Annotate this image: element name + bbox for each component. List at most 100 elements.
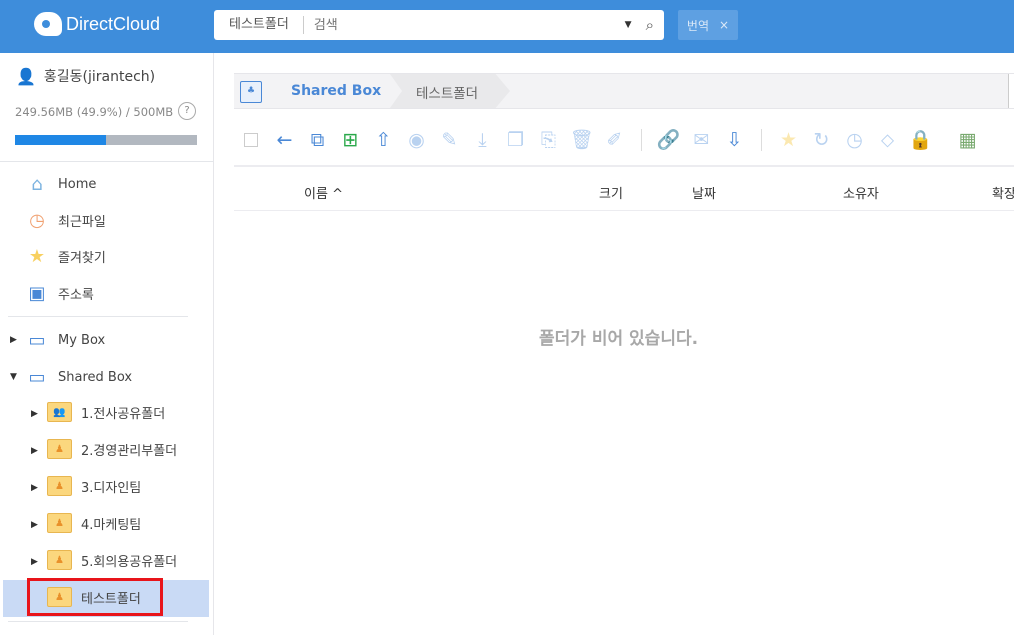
label: 주소록 <box>58 287 94 303</box>
receive-icon[interactable]: ⇩ <box>718 129 751 151</box>
collapse-arrow-icon[interactable]: ▼ <box>10 372 17 382</box>
highlight-box <box>27 578 163 616</box>
home-icon: ⌂ <box>31 173 43 195</box>
label: Shared Box <box>58 369 133 385</box>
divider <box>0 161 214 162</box>
toolbar: ← ⧉ ⊞ ⇧ ◉ ✎ ⤓ ❐ ⎘ 🗑 ✐ 🔗 ✉ ⇩ ★ ↻ ◷ ⬦ 🔒 ▦ <box>244 128 984 151</box>
folder-item[interactable]: ♟ 4.마케팅팀 <box>47 513 141 533</box>
column-date[interactable]: 날짜 <box>692 183 716 202</box>
new-folder-icon[interactable]: ⊞ <box>334 129 367 151</box>
move-icon[interactable]: ⧉ <box>301 129 334 151</box>
divider <box>8 621 188 622</box>
image-view-icon[interactable]: ▦ <box>951 129 984 151</box>
expand-arrow-icon[interactable]: ▶ <box>31 557 38 567</box>
sidebar-item-home[interactable]: ⌂ Home <box>25 172 96 196</box>
divider <box>8 316 188 317</box>
label: 4.마케팅팀 <box>81 517 142 533</box>
sidebar-item-favorites[interactable]: ★ 즐겨찾기 <box>25 244 106 268</box>
shared-box-icon: ♣ <box>240 81 262 103</box>
folder-icon: ♟ <box>47 513 72 533</box>
column-name[interactable]: 이름 ^ <box>304 183 343 202</box>
preview-icon[interactable]: ◉ <box>400 129 433 151</box>
lock-icon[interactable]: 🔒 <box>904 128 937 151</box>
shared-folder-icon: 👥 <box>47 402 72 422</box>
shared-box-icon: ▭ <box>28 366 46 388</box>
breadcrumb: ♣ Shared Box 테스트폴더 <box>234 73 1014 109</box>
star-icon: ★ <box>28 245 46 267</box>
close-icon[interactable]: × <box>719 18 729 32</box>
rename-icon[interactable]: ✎ <box>433 129 466 151</box>
tag-icon[interactable]: ⬦ <box>871 129 904 151</box>
box-icon: ▭ <box>28 329 46 351</box>
quota-bar-fill <box>15 135 106 145</box>
sidebar-item-address-book[interactable]: ▣ 주소록 <box>25 281 94 305</box>
expand-arrow-icon[interactable]: ▶ <box>31 446 38 456</box>
label: 최근파일 <box>58 214 106 230</box>
version-icon[interactable]: ↻ <box>805 129 838 151</box>
search-icon[interactable]: ⌕ <box>646 16 654 34</box>
label: 즐겨찾기 <box>58 250 106 266</box>
divider <box>234 165 1014 167</box>
search-bar: 테스트폴더 ▼ ⌕ <box>214 10 664 40</box>
label: Home <box>58 176 97 192</box>
address-book-icon: ▣ <box>28 282 46 304</box>
label: 3.디자인팀 <box>81 480 142 496</box>
header: DirectCloud 테스트폴더 ▼ ⌕ 번역 × <box>0 0 1014 53</box>
search-scope[interactable]: 테스트폴더 <box>214 16 304 34</box>
logo[interactable]: DirectCloud <box>34 12 160 36</box>
back-icon[interactable]: ← <box>268 129 301 151</box>
label: 1.전사공유폴더 <box>81 406 166 422</box>
sidebar-item-shared-box[interactable]: ▭ Shared Box <box>25 365 132 389</box>
history-clock-icon[interactable]: ◷ <box>838 129 871 151</box>
folder-icon: ♟ <box>47 439 72 459</box>
expand-arrow-icon[interactable]: ▶ <box>31 520 38 530</box>
edit-icon[interactable]: ✐ <box>598 129 631 151</box>
folder-item[interactable]: 👥 1.전사공유폴더 <box>47 402 165 422</box>
column-label: 이름 <box>304 187 328 202</box>
quota-text: 249.56MB (49.9%) / 500MB <box>15 105 174 119</box>
expand-arrow-icon[interactable]: ▶ <box>31 483 38 493</box>
sidebar-item-recent[interactable]: ◷ 최근파일 <box>25 208 106 232</box>
expand-arrow-icon[interactable]: ▶ <box>31 409 38 419</box>
translate-button[interactable]: 번역 × <box>678 10 738 40</box>
breadcrumb-current[interactable]: 테스트폴더 <box>390 74 510 108</box>
upload-icon[interactable]: ⇧ <box>367 129 400 151</box>
sidebar-item-my-box[interactable]: ▭ My Box <box>25 328 105 352</box>
logo-text: DirectCloud <box>66 13 161 34</box>
export-icon[interactable]: ⎘ <box>532 129 565 151</box>
label: My Box <box>58 332 106 348</box>
download-icon[interactable]: ⤓ <box>466 129 499 151</box>
folder-item[interactable]: ♟ 5.회의용공유폴더 <box>47 550 177 570</box>
favorite-star-icon[interactable]: ★ <box>772 129 805 151</box>
select-all-checkbox[interactable] <box>244 132 258 147</box>
cloud-logo-icon <box>34 12 62 36</box>
mail-icon[interactable]: ✉ <box>685 129 718 151</box>
clock-icon: ◷ <box>29 209 45 231</box>
search-input[interactable] <box>303 17 625 33</box>
column-size[interactable]: 크기 <box>599 183 623 202</box>
column-owner[interactable]: 소유자 <box>843 183 879 202</box>
divider <box>761 128 762 151</box>
folder-item[interactable]: ♟ 3.디자인팀 <box>47 476 141 496</box>
sidebar: 👤 홍길동(jirantech) 249.56MB (49.9%) / 500MB… <box>0 53 214 635</box>
folder-icon: ♟ <box>47 550 72 570</box>
dropdown-caret-icon[interactable]: ▼ <box>625 20 632 30</box>
link-icon[interactable]: 🔗 <box>652 128 685 151</box>
breadcrumb-shared-box[interactable]: Shared Box <box>291 83 381 99</box>
divider <box>641 128 642 151</box>
help-icon[interactable]: ? <box>178 102 196 120</box>
folder-icon: ♟ <box>47 476 72 496</box>
copy-icon[interactable]: ❐ <box>499 129 532 151</box>
delete-icon[interactable]: 🗑 <box>565 128 598 151</box>
sort-asc-icon[interactable]: ^ <box>332 187 343 202</box>
folder-item[interactable]: ♟ 2.경영관리부폴더 <box>47 439 177 459</box>
quota-bar <box>15 135 197 145</box>
expand-arrow-icon[interactable]: ▶ <box>10 335 17 345</box>
divider <box>234 210 1014 211</box>
empty-message: 폴더가 비어 있습니다. <box>539 329 699 349</box>
user-icon: 👤 <box>16 66 36 86</box>
translate-label: 번역 <box>686 18 710 33</box>
column-extension[interactable]: 확장 <box>992 183 1014 202</box>
user-label: 홍길동(jirantech) <box>43 69 156 85</box>
user-name[interactable]: 👤 홍길동(jirantech) <box>16 66 155 86</box>
